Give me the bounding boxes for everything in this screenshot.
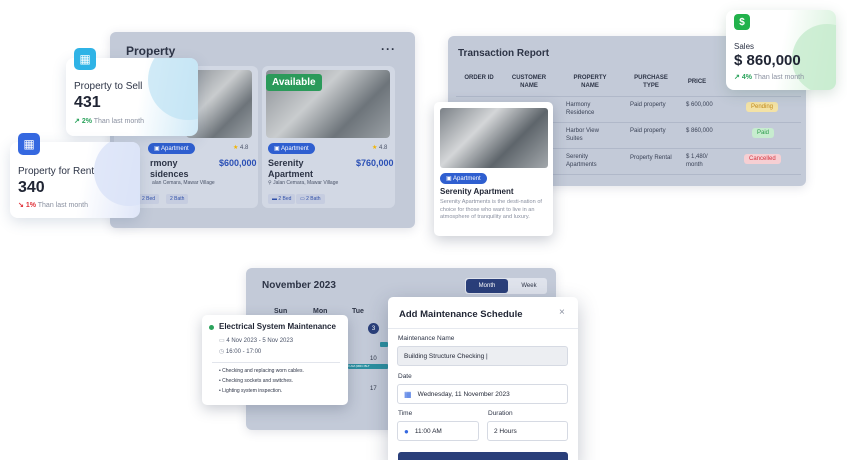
apartment-tag: ▣ Apartment (268, 143, 315, 154)
bed-chip: ▬ 2 Bed (268, 194, 296, 204)
row-divider (456, 96, 801, 97)
table-cell: Paid property (630, 102, 666, 108)
field-label: Date (398, 373, 412, 380)
apartment-icon: ▣ (274, 146, 282, 152)
table-cell: Property Rental (630, 155, 672, 161)
column-header: PROPERTY NAME (573, 75, 607, 89)
calendar-day-today[interactable]: 3 (368, 323, 379, 334)
calendar-day[interactable]: 10 (370, 356, 377, 362)
bed-chip: 2 Bed (138, 194, 160, 204)
rating: ★ 4.8 (233, 145, 249, 151)
property-location: ⚲ Jalan Cemara, Mawar Village (268, 180, 339, 186)
week-view-button[interactable]: Week (512, 279, 546, 293)
star-icon: ★ (372, 145, 380, 151)
stat-trend: ↗ 4% Than last month (734, 74, 804, 81)
modal-title: Add Maintenance Schedule (399, 309, 523, 320)
apartment-icon: ▣ (446, 176, 454, 182)
status-badge: Cancelled (744, 154, 781, 164)
stat-value: 431 (74, 94, 101, 111)
building-icon: ▦ (74, 48, 96, 70)
field-label: Duration (488, 410, 513, 417)
stat-value: $ 860,000 (734, 52, 801, 69)
event-title: Electrical System Maintenance (219, 322, 336, 331)
calendar-icon: ▦ (404, 389, 412, 399)
star-icon: ★ (233, 145, 241, 151)
month-view-button[interactable]: Month (466, 279, 508, 293)
table-cell: $ 600,000 (686, 102, 713, 108)
table-cell: Harbor View Suites (566, 128, 599, 142)
table-cell: Harmony Residence (566, 102, 595, 116)
calendar-event-bar[interactable] (380, 342, 388, 347)
trend-up-icon: ↗ (734, 74, 742, 81)
event-time: ◷ 16:00 - 17:00 (219, 349, 262, 355)
apartment-icon: ▣ (154, 146, 162, 152)
transaction-report-title: Transaction Report (458, 48, 550, 59)
stat-label: Property for Rent (18, 166, 95, 177)
field-label: Maintenance Name (398, 335, 455, 342)
close-icon[interactable]: × (559, 307, 565, 318)
day-of-week: Sun (274, 308, 288, 315)
property-description: Serenity Apartments is the desti-nation … (440, 199, 542, 220)
submit-button[interactable] (398, 452, 568, 460)
clock-icon: ◷ (219, 349, 226, 355)
time-picker[interactable]: ● 11:00 AM (397, 421, 479, 441)
calendar-title: November 2023 (262, 280, 336, 291)
property-name: Serenity Apartment (268, 158, 314, 179)
divider (388, 328, 578, 329)
stat-value: 340 (18, 179, 45, 196)
apartment-tag: ▣ Apartment (148, 143, 195, 154)
list-item: • Checking sockets and switches. (219, 378, 294, 384)
day-of-week: Mon (313, 308, 328, 315)
property-price: $600,000 (219, 158, 257, 168)
duration-select[interactable]: 2 Hours (487, 421, 568, 441)
property-name: rmony sidences (150, 158, 189, 179)
dollar-icon: $ (734, 14, 750, 30)
calendar-day[interactable]: 17 (370, 386, 377, 392)
table-cell: Paid property (630, 128, 666, 134)
table-cell: $ 860,000 (686, 128, 713, 134)
building-icon: ▦ (18, 133, 40, 155)
table-cell: Serenity Apartments (566, 154, 597, 168)
stat-trend: ↗ 2% Than last month (74, 118, 144, 125)
property-price: $760,000 (356, 158, 394, 168)
clock-icon: ● (404, 426, 409, 436)
bath-chip: ▭ 2 Bath (296, 194, 325, 204)
column-header: ORDER ID (464, 75, 494, 81)
trend-up-icon: ↗ (74, 118, 82, 125)
available-badge: Available (266, 74, 322, 91)
status-badge: Paid (752, 128, 775, 138)
more-dots-icon[interactable]: ··· (381, 42, 396, 56)
table-cell: $ 1,480/ month (686, 154, 708, 168)
column-header: PURCHASE TYPE (634, 75, 668, 89)
event-date: ▭ 4 Nov 2023 - 5 Nov 2023 (219, 338, 294, 344)
day-of-week: Tue (352, 308, 364, 315)
bath-chip: 2 Bath (166, 194, 189, 204)
calendar-event-bar[interactable]: 0 AM (MRC BLT (348, 364, 388, 369)
column-header: PRICE (687, 79, 707, 85)
status-dot (209, 325, 214, 330)
property-image (440, 108, 548, 168)
rating: ★ 4.8 (372, 145, 388, 151)
stat-trend: ↘ 1% Than last month (18, 202, 88, 209)
stat-label: Property to Sell (74, 81, 143, 92)
stat-label: Sales (734, 42, 755, 51)
property-name: Serenity Apartment (440, 187, 514, 196)
property-panel-title: Property (126, 44, 176, 58)
field-label: Time (398, 410, 413, 417)
list-item: • Lighting system inspection. (219, 388, 283, 394)
maintenance-name-input[interactable]: Building Structure Checking | (397, 346, 568, 366)
divider (212, 362, 340, 363)
list-item: • Checking and replacing worn cables. (219, 368, 304, 374)
status-badge: Pending (746, 102, 779, 112)
trend-down-icon: ↘ (18, 202, 26, 209)
column-header: CUSTOMER NAME (511, 75, 547, 89)
property-location: alan Cemara, Mawar Village (152, 180, 215, 186)
date-picker[interactable]: ▦ Wednesday, 11 November 2023 (397, 384, 568, 404)
apartment-tag: ▣ Apartment (440, 173, 487, 184)
